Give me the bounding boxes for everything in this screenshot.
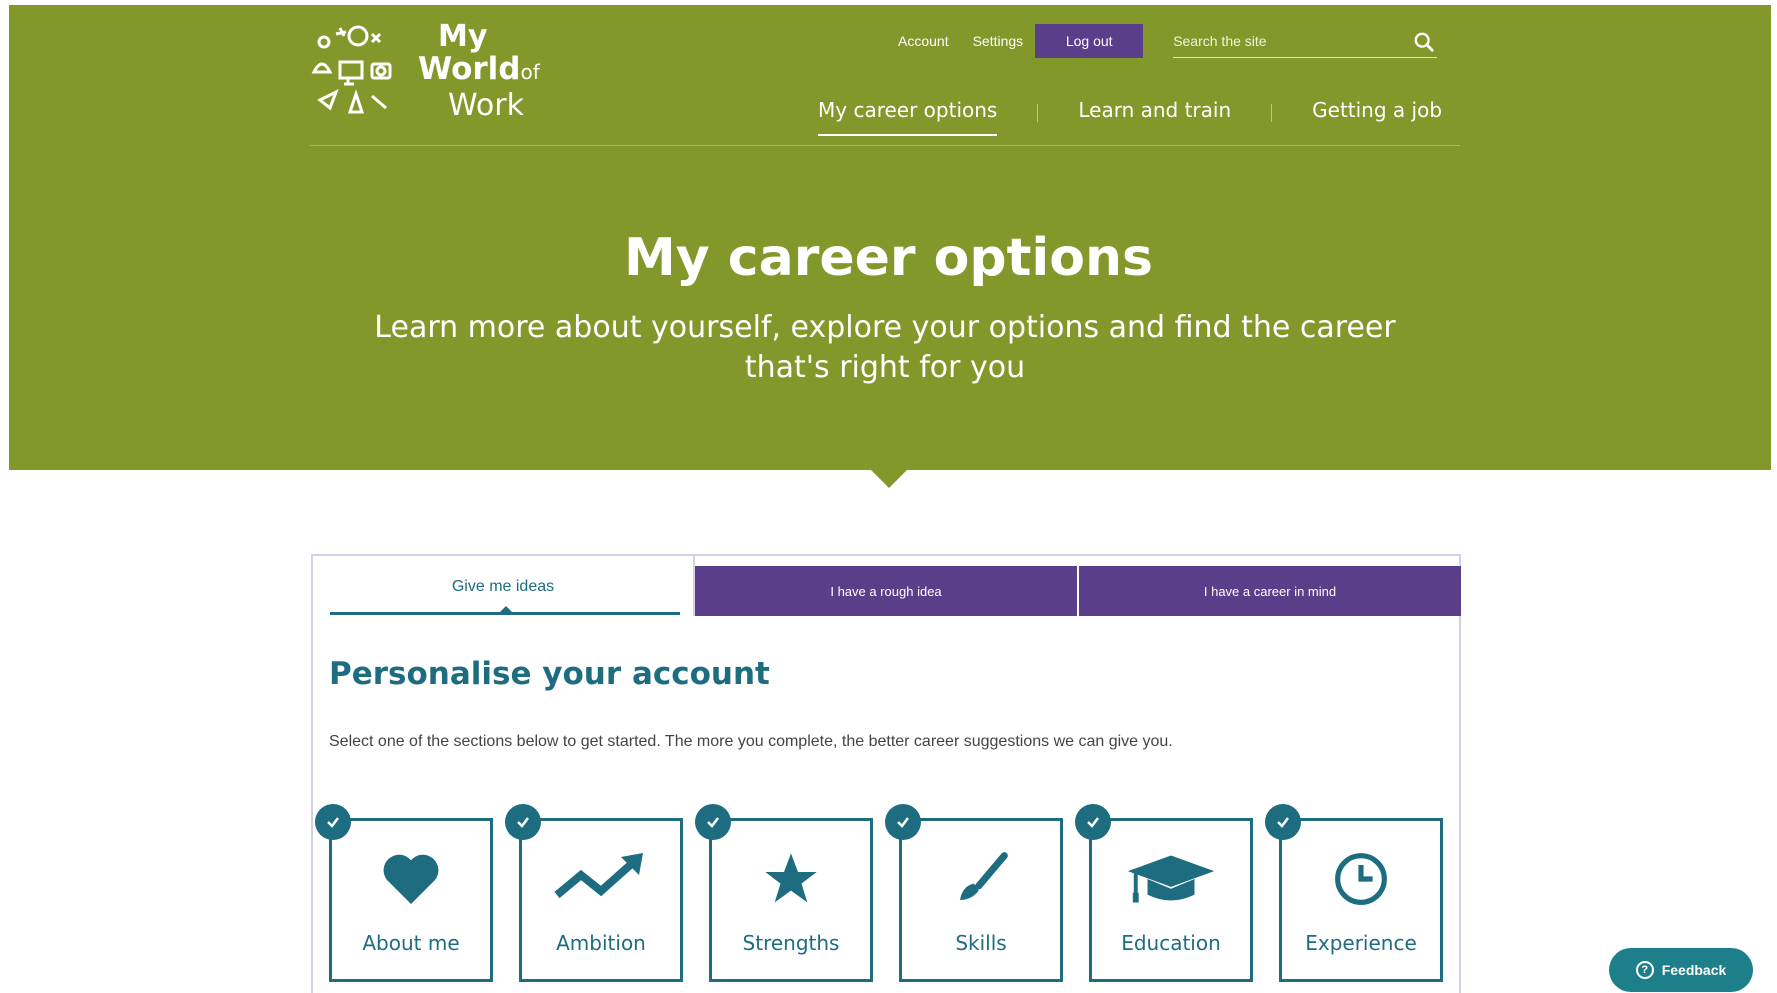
card-label: Strengths — [742, 931, 840, 955]
card-label: About me — [362, 931, 460, 955]
card-ambition[interactable]: Ambition — [519, 818, 683, 982]
nav-divider-line — [310, 145, 1460, 146]
trending-up-icon — [554, 853, 643, 899]
star-icon — [765, 853, 817, 903]
tab-active-indicator — [330, 612, 680, 615]
graduation-cap-icon — [1127, 855, 1215, 903]
section-title: Personalise your account — [329, 656, 770, 692]
search-placeholder: Search the site — [1173, 32, 1267, 49]
tab-career-in-mind[interactable]: I have a career in mind — [1079, 566, 1461, 616]
tab-bar: Give me ideas I have a rough idea I have… — [311, 554, 1461, 616]
check-icon — [1265, 804, 1301, 840]
logout-button[interactable]: Log out — [1035, 24, 1144, 58]
card-experience[interactable]: Experience — [1279, 818, 1443, 982]
card-about-me[interactable]: About me — [329, 818, 493, 982]
settings-link[interactable]: Settings — [973, 33, 1024, 49]
paintbrush-icon — [960, 852, 1008, 900]
nav-getting-a-job[interactable]: Getting a job — [1312, 98, 1442, 136]
section-description: Select one of the sections below to get … — [329, 733, 1173, 750]
card-label: Skills — [955, 931, 1007, 955]
page-subtitle: Learn more about yourself, explore your … — [374, 310, 1396, 385]
card-education[interactable]: Education — [1089, 818, 1253, 982]
check-icon — [505, 804, 541, 840]
logo-line-my: My — [438, 19, 488, 54]
logo-icons — [311, 25, 392, 114]
search-icon[interactable] — [1413, 31, 1435, 53]
heart-icon — [383, 854, 439, 904]
check-icon — [1075, 804, 1111, 840]
feedback-label: Feedback — [1661, 962, 1727, 978]
tab-label: Give me ideas — [451, 578, 555, 595]
logo-of: of — [520, 60, 540, 84]
logo-world: World — [418, 51, 521, 87]
card-skills[interactable]: Skills — [899, 818, 1063, 982]
logo-line-world: Worldof — [418, 53, 540, 89]
tab-notch — [500, 606, 512, 612]
check-icon — [315, 804, 351, 840]
logo-line-work: Work — [448, 88, 524, 123]
account-link[interactable]: Account — [898, 33, 949, 49]
card-label: Ambition — [556, 931, 646, 955]
tab-rough-idea[interactable]: I have a rough idea — [695, 566, 1077, 616]
main-nav: My career options Learn and train Gettin… — [818, 98, 1442, 136]
hero-pointer — [871, 470, 907, 488]
card-label: Education — [1121, 931, 1221, 955]
check-icon — [695, 804, 731, 840]
nav-divider — [1037, 104, 1039, 122]
nav-my-career-options[interactable]: My career options — [818, 98, 998, 136]
feedback-button[interactable]: ? Feedback — [1609, 948, 1753, 992]
clock-icon — [1335, 853, 1387, 905]
help-icon: ? — [1635, 961, 1654, 979]
card-strengths[interactable]: Strengths — [709, 818, 873, 982]
tab-give-me-ideas[interactable]: Give me ideas — [311, 554, 695, 616]
page-title: My career options — [624, 228, 1153, 288]
nav-learn-and-train[interactable]: Learn and train — [1078, 98, 1231, 136]
card-label: Experience — [1305, 931, 1417, 955]
search-input[interactable]: Search the site — [1173, 24, 1438, 58]
nav-divider — [1271, 104, 1273, 122]
check-icon — [885, 804, 921, 840]
utility-nav: Account Settings Log out Search the site — [898, 24, 1438, 58]
site-logo[interactable]: My Worldof Work — [310, 20, 560, 130]
